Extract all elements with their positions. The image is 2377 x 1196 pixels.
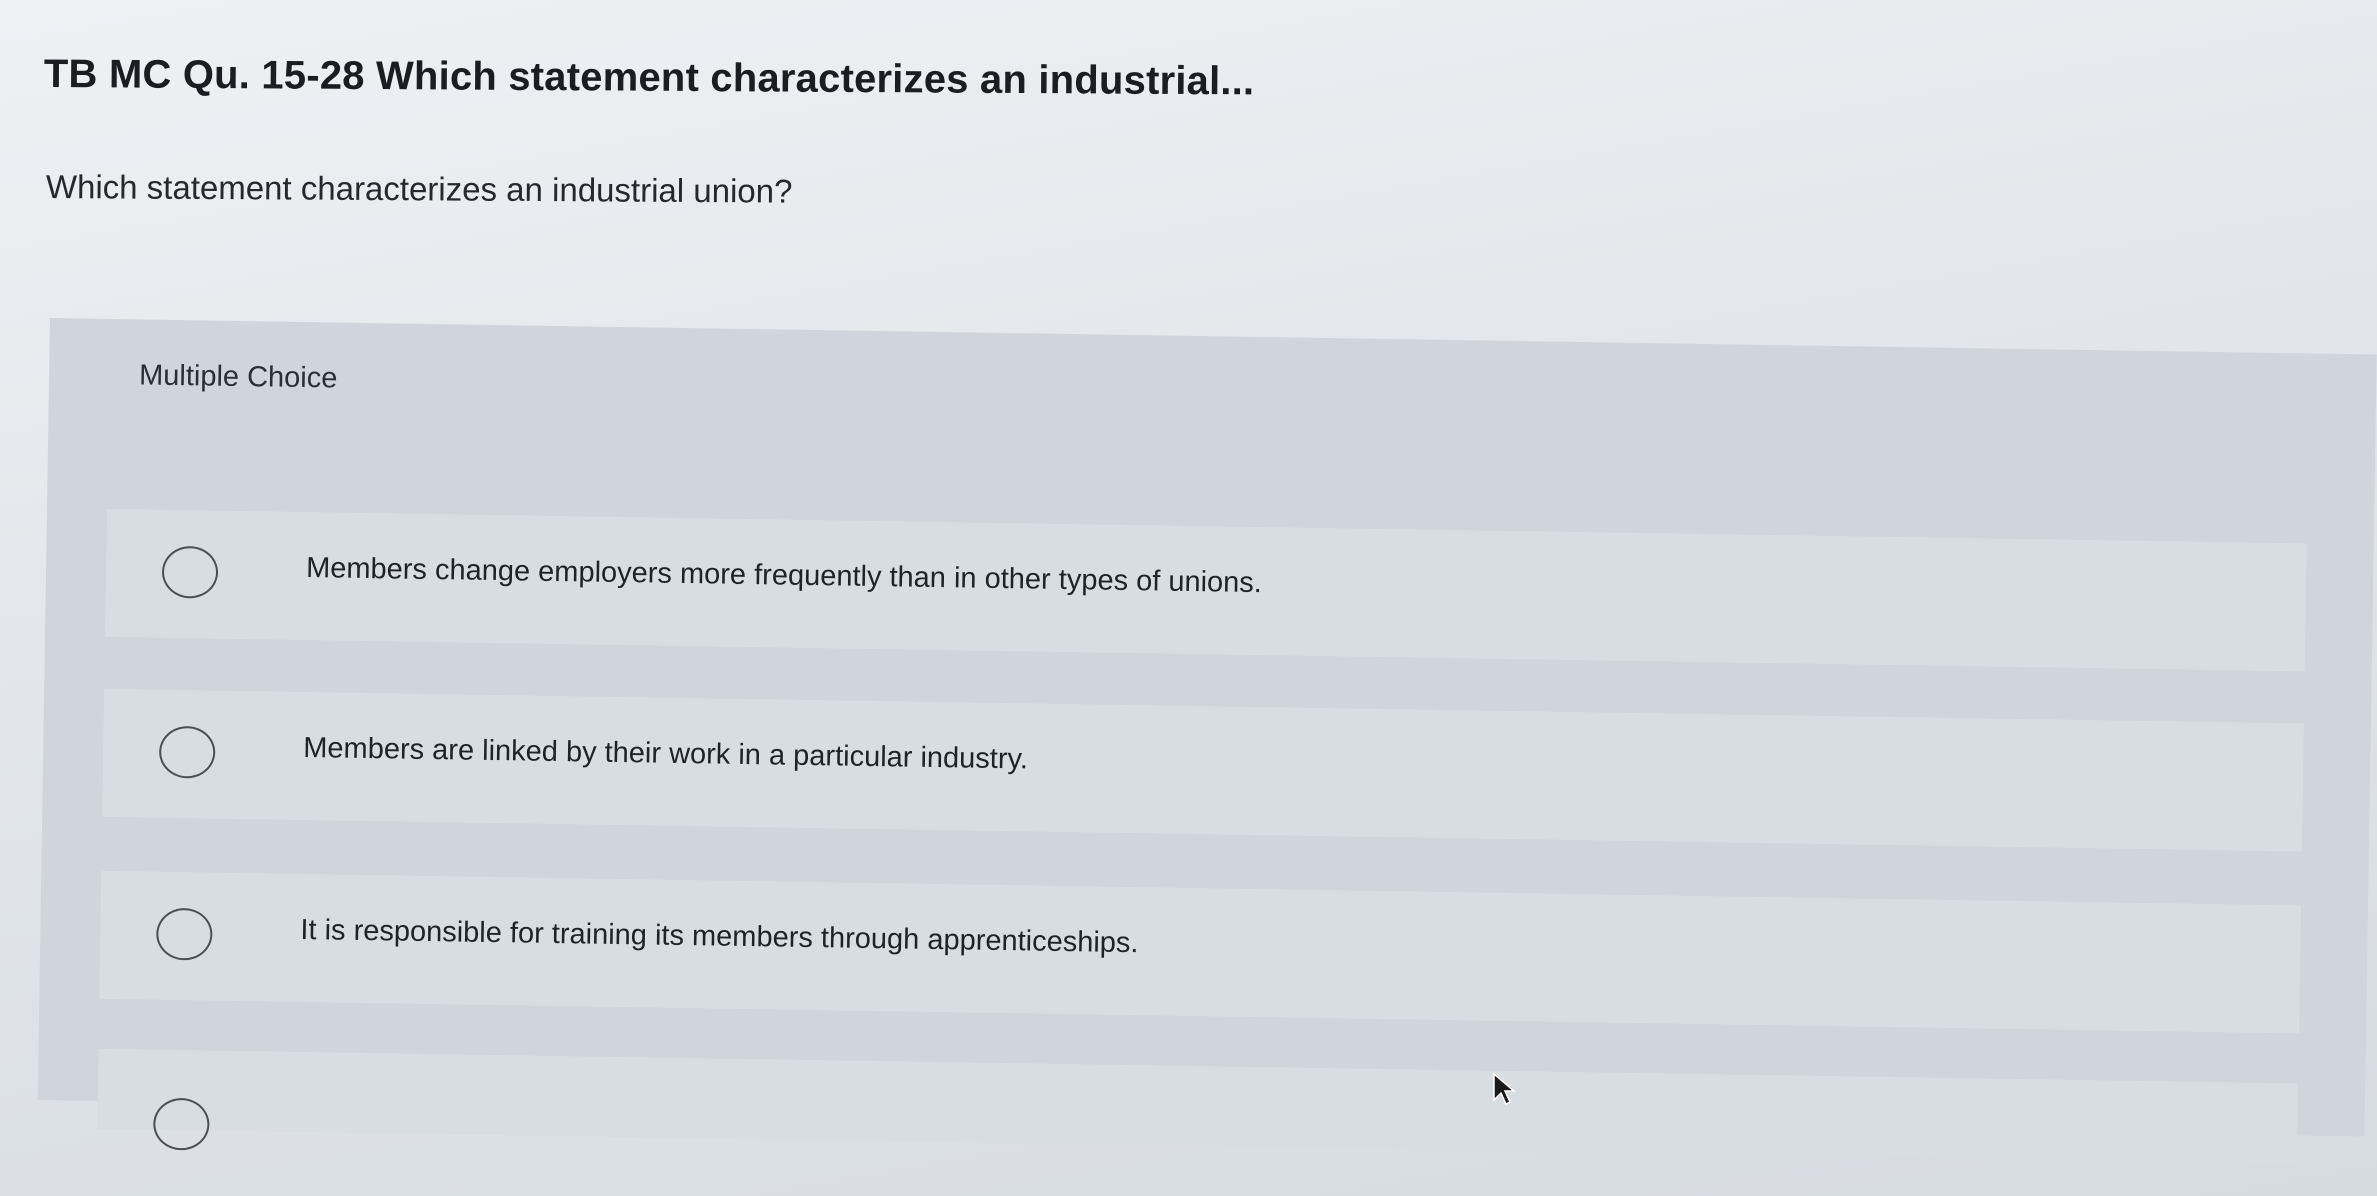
answer-option-3[interactable]: It is responsible for training its membe… [99,870,2302,1034]
question-text: Which statement characterizes an industr… [45,168,793,210]
radio-button-icon[interactable] [161,545,219,599]
radio-button-icon[interactable] [158,725,216,779]
quiz-page: TB MC Qu. 15-28 Which statement characte… [0,0,2377,1196]
multiple-choice-panel: Multiple Choice Members change employers… [37,318,2377,1164]
answer-option-2[interactable]: Members are linked by their work in a pa… [102,688,2304,852]
answer-option-label: It is responsible for training its membe… [300,914,1139,960]
answer-option-label: Members change employers more frequently… [305,552,1263,600]
radio-button-icon[interactable] [155,907,213,961]
section-label: Multiple Choice [138,359,338,395]
answer-option-label: Members are linked by their work in a pa… [303,732,1029,776]
question-title: TB MC Qu. 15-28 Which statement characte… [43,52,1255,104]
mouse-pointer-icon [1493,1072,1517,1106]
radio-button-icon[interactable] [152,1097,210,1151]
answer-option-1[interactable]: Members change employers more frequently… [104,508,2307,672]
answer-option-4[interactable] [97,1048,2299,1164]
